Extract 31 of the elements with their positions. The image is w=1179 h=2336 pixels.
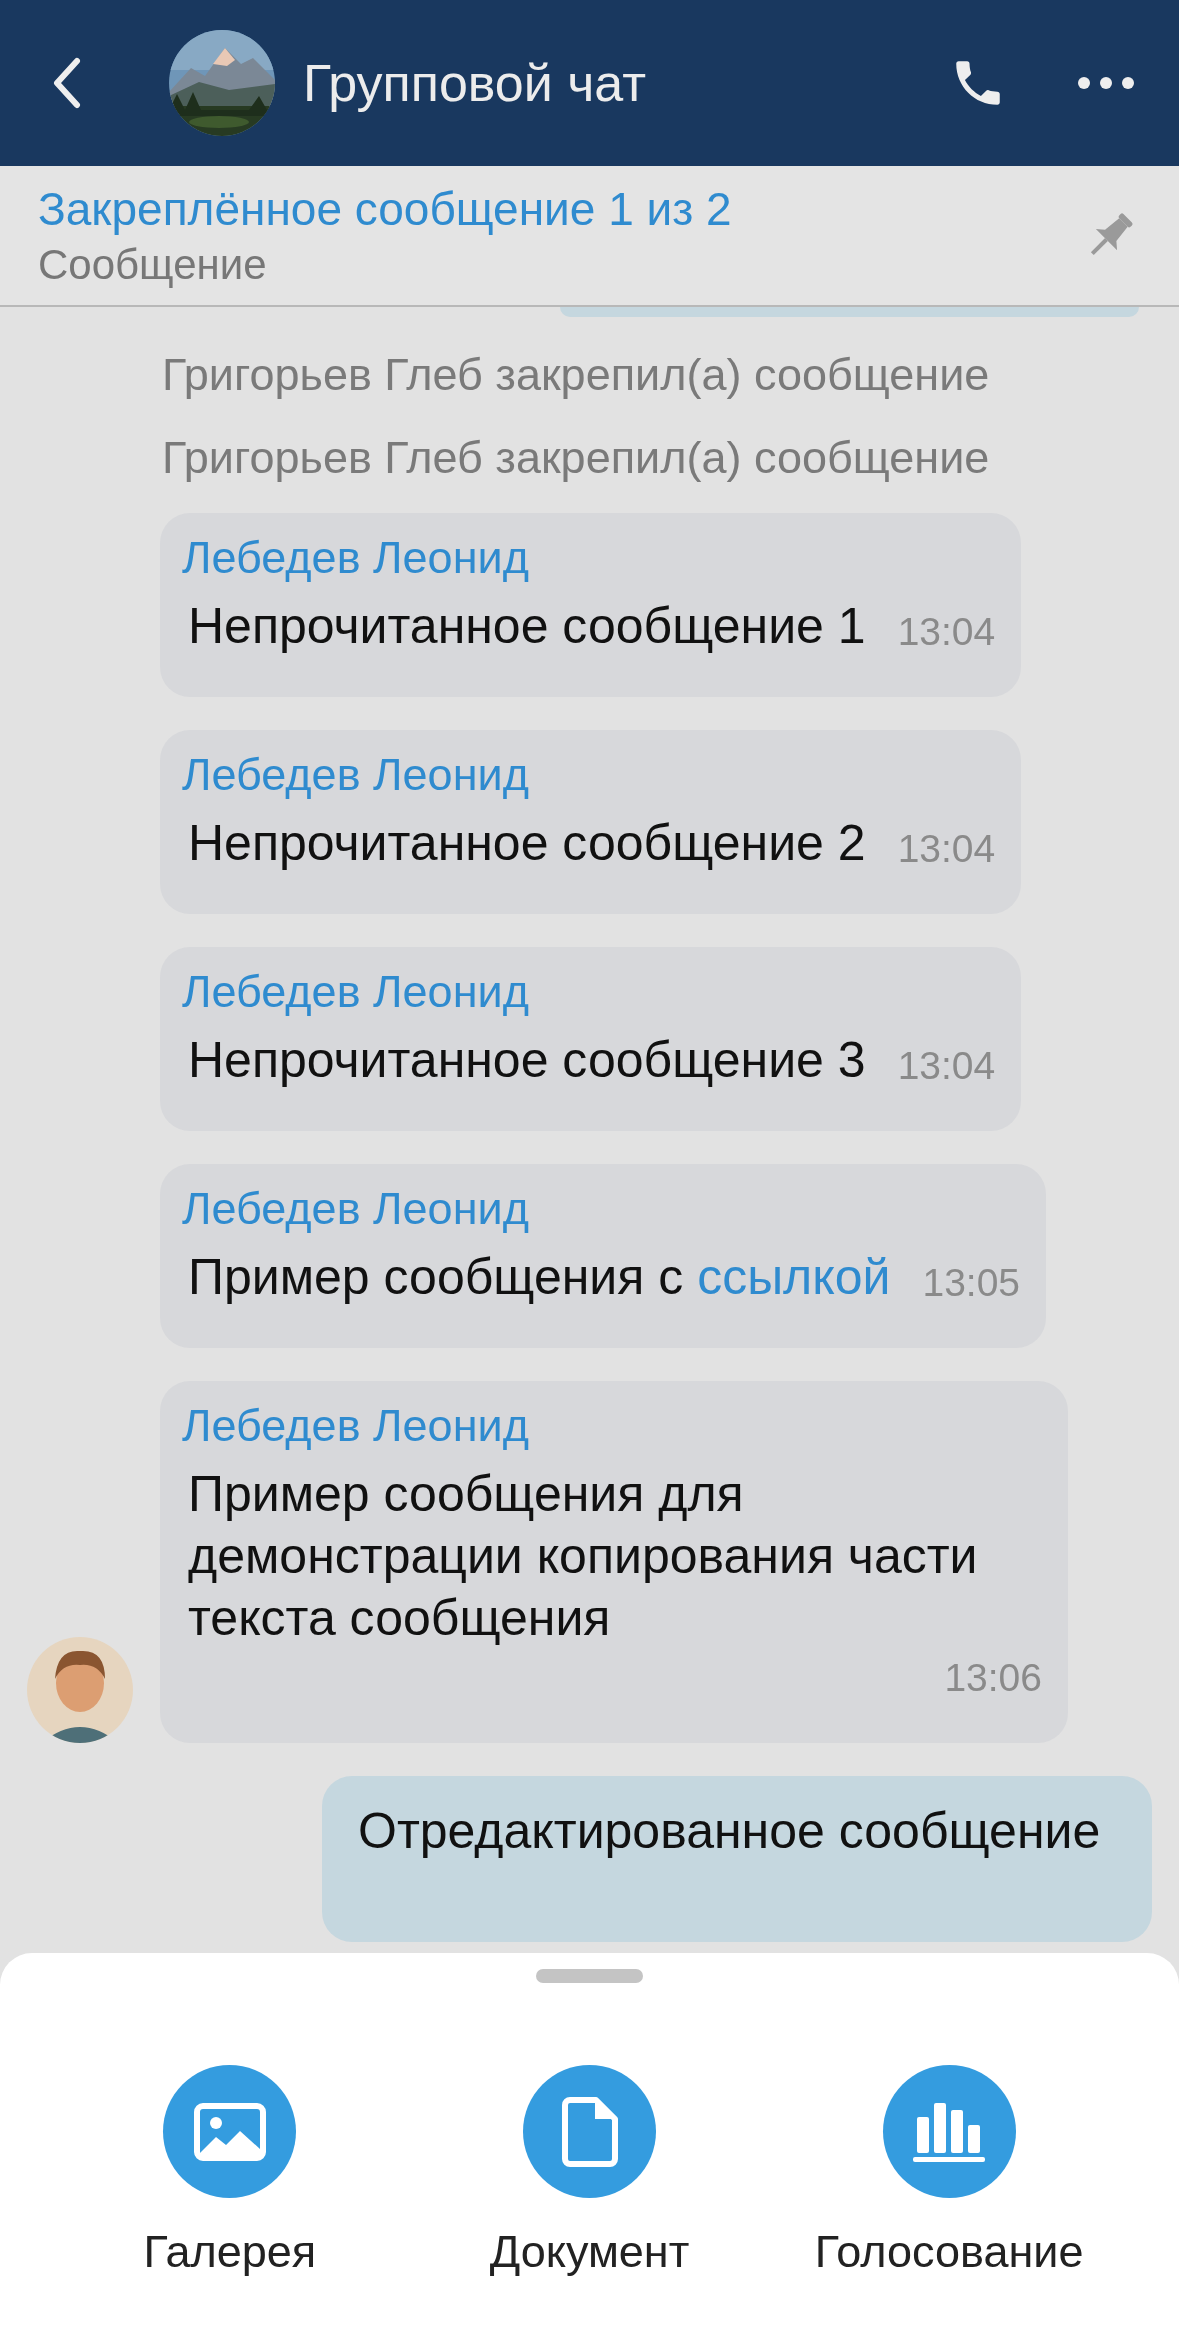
message-time: 13:05 — [922, 1260, 1021, 1306]
back-button[interactable] — [52, 57, 82, 109]
document-icon — [561, 2096, 618, 2167]
sender-name[interactable]: Лебедев Леонид — [182, 1182, 529, 1236]
message-text: Непрочитанное сообщение 3 — [187, 1031, 866, 1090]
message-text: Отредактированное сообщение — [357, 1802, 1102, 1861]
message-time: 13:06 — [944, 1655, 1042, 1701]
attach-option[interactable]: Документ — [409, 2065, 770, 2278]
pinned-title: Закреплённое сообщение 1 из 2 — [38, 181, 732, 237]
message-text: Непрочитанное сообщение 2 — [187, 814, 866, 873]
system-message: Григорьев Глеб закрепил(а) сообщение — [162, 431, 990, 485]
message-time: 13:04 — [897, 609, 996, 655]
message-text: Пример сообщения с ссылкой — [187, 1248, 891, 1307]
message-text: Непрочитанное сообщение 1 — [187, 597, 866, 656]
pinned-text: Сообщение — [38, 239, 267, 290]
chat-title: Групповой чат — [303, 53, 647, 113]
sender-name[interactable]: Лебедев Леонид — [182, 965, 529, 1019]
attach-option[interactable]: Голосование — [769, 2065, 1129, 2278]
message-time: 13:04 — [897, 1043, 996, 1089]
bar-chart-icon — [913, 2100, 986, 2163]
link[interactable]: ссылкой — [697, 1249, 891, 1305]
image-icon — [193, 2102, 266, 2161]
message-time: 13:04 — [897, 826, 996, 872]
message-text: Пример сообщения для демонстрации копирования части текста сообщения — [187, 1465, 979, 1648]
drag-handle[interactable] — [536, 1969, 643, 1983]
sender-name[interactable]: Лебедев Леонид — [182, 531, 529, 585]
attach-option[interactable]: Галерея — [50, 2065, 410, 2278]
sender-name[interactable]: Лебедев Леонид — [182, 748, 529, 802]
system-message: Григорьев Глеб закрепил(а) сообщение — [162, 348, 990, 402]
more-icon[interactable] — [1077, 76, 1135, 90]
sender-name[interactable]: Лебедев Леонид — [182, 1399, 529, 1453]
